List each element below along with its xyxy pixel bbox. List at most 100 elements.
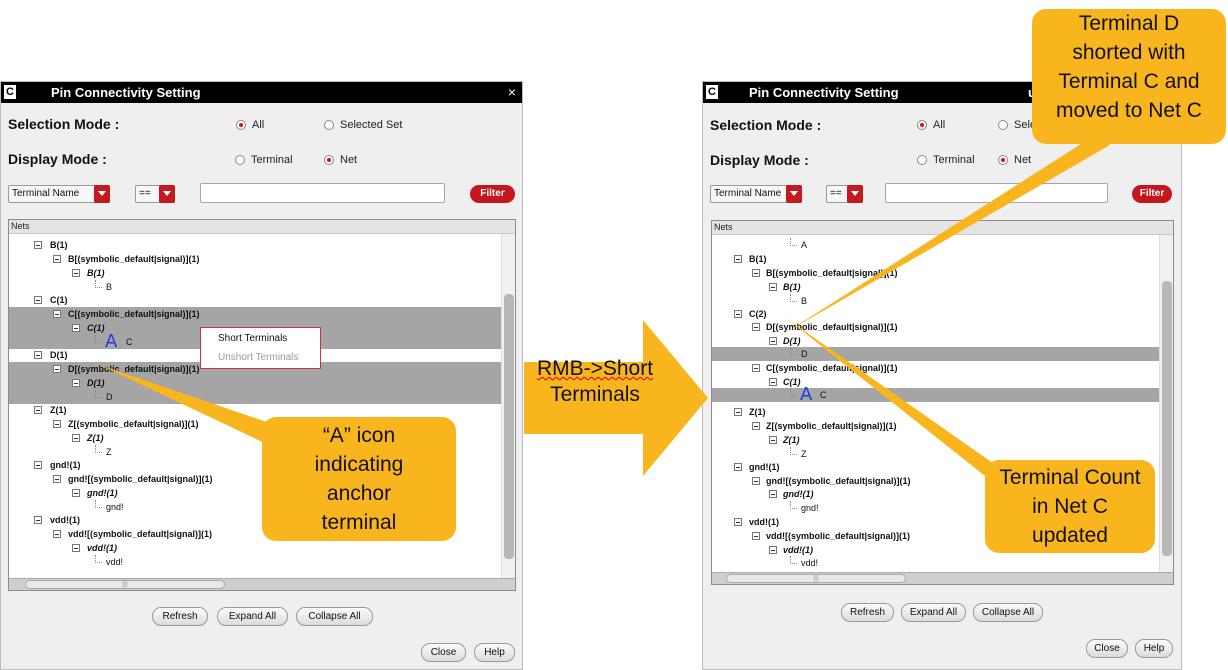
radio-selected-set[interactable]: Selected Set bbox=[324, 119, 402, 131]
tree-row[interactable]: D[(symbolic_default|signal)](1) bbox=[712, 320, 1159, 334]
collapse-icon[interactable] bbox=[53, 310, 61, 318]
collapse-icon[interactable] bbox=[53, 255, 61, 263]
refresh-button[interactable]: Refresh bbox=[841, 603, 894, 622]
filter-button[interactable]: Filter bbox=[470, 185, 515, 203]
collapse-icon[interactable] bbox=[34, 406, 42, 414]
tree-row[interactable]: D bbox=[9, 390, 501, 404]
tree-row[interactable]: B(1) bbox=[9, 266, 501, 280]
expand-all-button[interactable]: Expand All bbox=[217, 607, 288, 626]
collapse-icon[interactable] bbox=[752, 323, 760, 331]
collapse-icon[interactable] bbox=[53, 420, 61, 428]
collapse-icon[interactable] bbox=[72, 379, 80, 387]
collapse-icon[interactable] bbox=[53, 365, 61, 373]
collapse-icon[interactable] bbox=[769, 546, 777, 554]
help-button[interactable]: Help bbox=[474, 643, 515, 662]
tree-row[interactable]: B bbox=[712, 294, 1159, 308]
vertical-scrollbar[interactable] bbox=[1159, 235, 1173, 574]
tree-row[interactable]: C(2) bbox=[712, 307, 1159, 321]
tree-row[interactable]: vdd! bbox=[9, 555, 501, 569]
tree-row[interactable]: B[(symbolic_default|signal)](1) bbox=[9, 252, 501, 266]
filter-value-input[interactable] bbox=[885, 183, 1108, 203]
tree-row[interactable]: B(1) bbox=[9, 238, 501, 252]
tree-row[interactable]: D bbox=[712, 347, 1159, 361]
tree-row[interactable]: Z bbox=[712, 447, 1159, 461]
collapse-all-button[interactable]: Collapse All bbox=[296, 607, 373, 626]
chevron-down-icon[interactable] bbox=[159, 185, 175, 203]
filter-operator-combo[interactable]: == bbox=[135, 185, 175, 203]
collapse-icon[interactable] bbox=[752, 269, 760, 277]
radio-terminal[interactable]: Terminal bbox=[235, 154, 293, 166]
help-button[interactable]: Help bbox=[1135, 639, 1173, 658]
horizontal-scrollbar[interactable]: ||| bbox=[712, 572, 1173, 584]
collapse-icon[interactable] bbox=[72, 489, 80, 497]
collapse-icon[interactable] bbox=[34, 241, 42, 249]
tree-row[interactable]: B[(symbolic_default|signal)](1) bbox=[712, 266, 1159, 280]
collapse-icon[interactable] bbox=[34, 296, 42, 304]
collapse-icon[interactable] bbox=[734, 518, 742, 526]
collapse-icon[interactable] bbox=[72, 269, 80, 277]
tree-row[interactable]: vdd! bbox=[712, 556, 1159, 570]
tree-row[interactable]: C[(symbolic_default|signal)](1) bbox=[712, 361, 1159, 375]
chevron-down-icon[interactable] bbox=[94, 185, 110, 203]
tree-row[interactable]: D(1) bbox=[9, 376, 501, 390]
tree-row[interactable]: Z(1) bbox=[712, 405, 1159, 419]
collapse-icon[interactable] bbox=[769, 378, 777, 386]
collapse-icon[interactable] bbox=[34, 516, 42, 524]
tree-row[interactable]: C(1) bbox=[9, 293, 501, 307]
scroll-thumb[interactable] bbox=[504, 294, 514, 559]
collapse-icon[interactable] bbox=[53, 475, 61, 483]
collapse-icon[interactable] bbox=[34, 351, 42, 359]
filter-operator-combo[interactable]: == bbox=[826, 185, 863, 203]
collapse-icon[interactable] bbox=[752, 422, 760, 430]
collapse-icon[interactable] bbox=[769, 337, 777, 345]
filter-field-combo[interactable]: Terminal Name bbox=[710, 185, 802, 203]
collapse-icon[interactable] bbox=[72, 434, 80, 442]
radio-all[interactable]: All bbox=[917, 119, 945, 131]
scroll-thumb[interactable]: ||| bbox=[726, 574, 906, 583]
tree-row[interactable]: Z(1) bbox=[712, 433, 1159, 447]
tree-row[interactable]: vdd!(1) bbox=[9, 541, 501, 555]
tree-row[interactable]: B(1) bbox=[712, 280, 1159, 294]
collapse-icon[interactable] bbox=[734, 310, 742, 318]
collapse-icon[interactable] bbox=[752, 364, 760, 372]
collapse-icon[interactable] bbox=[734, 408, 742, 416]
filter-button[interactable]: Filter bbox=[1132, 185, 1172, 203]
chevron-down-icon[interactable] bbox=[786, 185, 802, 203]
tree-row[interactable]: Z[(symbolic_default|signal)](1) bbox=[712, 419, 1159, 433]
tree-row[interactable]: B(1) bbox=[712, 252, 1159, 266]
refresh-button[interactable]: Refresh bbox=[152, 607, 208, 626]
collapse-icon[interactable] bbox=[752, 477, 760, 485]
tree-row[interactable]: B bbox=[9, 280, 501, 294]
chevron-down-icon[interactable] bbox=[847, 185, 863, 203]
filter-value-input[interactable] bbox=[200, 183, 445, 203]
collapse-icon[interactable] bbox=[734, 255, 742, 263]
collapse-icon[interactable] bbox=[53, 530, 61, 538]
tree-row[interactable]: C(1) bbox=[712, 375, 1159, 389]
filter-field-combo[interactable]: Terminal Name bbox=[8, 185, 110, 203]
collapse-icon[interactable] bbox=[72, 544, 80, 552]
menu-item-short-terminals[interactable]: Short Terminals bbox=[218, 333, 287, 344]
collapse-all-button[interactable]: Collapse All bbox=[973, 603, 1043, 622]
collapse-icon[interactable] bbox=[752, 532, 760, 540]
scroll-thumb[interactable]: ||| bbox=[25, 580, 225, 589]
collapse-icon[interactable] bbox=[769, 283, 777, 291]
radio-terminal[interactable]: Terminal bbox=[917, 154, 975, 166]
tree-row[interactable]: AC bbox=[712, 386, 1159, 404]
collapse-icon[interactable] bbox=[769, 436, 777, 444]
radio-all[interactable]: All bbox=[236, 119, 264, 131]
collapse-icon[interactable] bbox=[72, 324, 80, 332]
menu-item-unshort-terminals[interactable]: Unshort Terminals bbox=[218, 352, 298, 363]
collapse-icon[interactable] bbox=[769, 490, 777, 498]
radio-net[interactable]: Net bbox=[998, 154, 1031, 166]
tree-row[interactable]: Z(1) bbox=[9, 403, 501, 417]
scroll-thumb[interactable] bbox=[1162, 281, 1172, 556]
vertical-scrollbar[interactable] bbox=[501, 234, 515, 578]
collapse-icon[interactable] bbox=[34, 461, 42, 469]
close-icon[interactable]: × bbox=[508, 84, 516, 100]
tree-row[interactable]: C[(symbolic_default|signal)](1) bbox=[9, 307, 501, 321]
horizontal-scrollbar[interactable]: ||| bbox=[9, 578, 515, 590]
tree-row[interactable]: D(1) bbox=[712, 334, 1159, 348]
expand-all-button[interactable]: Expand All bbox=[901, 603, 966, 622]
close-button[interactable]: Close bbox=[1086, 639, 1128, 658]
tree-row[interactable]: A bbox=[712, 238, 1159, 252]
